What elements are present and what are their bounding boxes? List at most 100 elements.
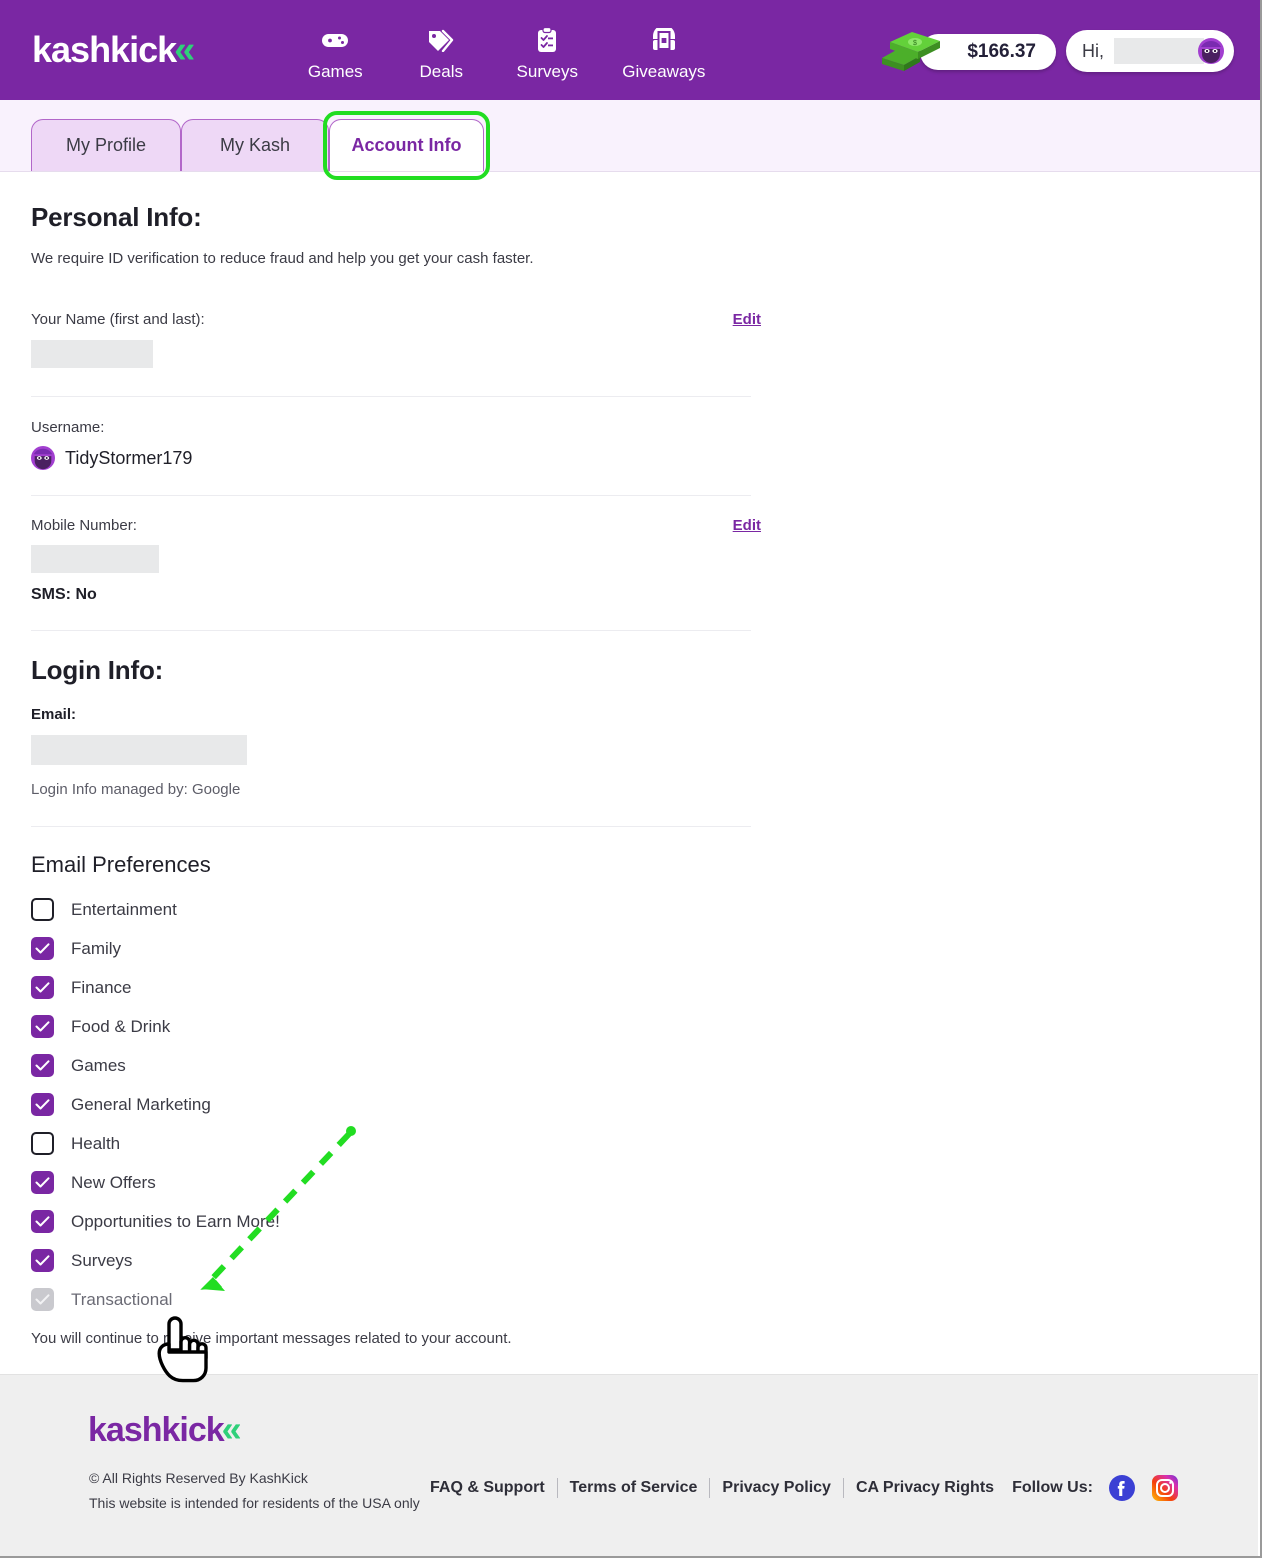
tab-my-profile[interactable]: My Profile — [31, 119, 181, 171]
email-preferences-heading: Email Preferences — [31, 852, 211, 877]
checkbox-checked-icon[interactable] — [31, 1093, 54, 1116]
footer-brand-logo-chevron-icon: « — [221, 1408, 242, 1449]
footer-brand-logo[interactable]: kashkick « — [88, 1408, 242, 1449]
greeting-name-redacted — [1114, 38, 1204, 64]
facebook-icon[interactable] — [1108, 1475, 1135, 1501]
email-preferences-list: Entertainment Family Finance Food & Drin… — [31, 890, 751, 1319]
tab-account-info-label: Account Info — [351, 135, 462, 155]
nav-item-games-label: Games — [307, 61, 363, 81]
pref-entertainment[interactable]: Entertainment — [31, 890, 751, 929]
pref-food-and-drink-label: Food & Drink — [71, 1016, 171, 1036]
nav-item-games[interactable]: Games — [304, 25, 366, 82]
personal-info-subtitle: We require ID verification to reduce fra… — [31, 250, 534, 267]
login-managed-by: Login Info managed by: Google — [31, 781, 241, 798]
footer-link-divider — [842, 1478, 844, 1498]
edit-name-link[interactable]: Edit — [733, 311, 761, 328]
balance-widget[interactable]: $ $166.37 — [878, 28, 1056, 76]
nav-item-giveaways[interactable]: Giveaways — [622, 25, 705, 82]
gamepad-icon — [321, 25, 349, 55]
checkbox-unchecked-icon[interactable] — [31, 898, 54, 921]
edit-mobile-link[interactable]: Edit — [733, 517, 761, 534]
personal-info-heading: Personal Info: — [31, 202, 202, 232]
nav-item-surveys[interactable]: Surveys — [516, 25, 578, 82]
instagram-icon[interactable] — [1151, 1475, 1178, 1501]
checkbox-checked-icon[interactable] — [31, 1210, 54, 1233]
footer-link-ca-privacy-rights[interactable]: CA Privacy Rights — [856, 1479, 994, 1497]
checkbox-checked-disabled-icon — [31, 1288, 54, 1311]
pref-games-label: Games — [71, 1055, 126, 1075]
footer-link-privacy-policy[interactable]: Privacy Policy — [722, 1479, 831, 1497]
login-info-heading: Login Info: — [31, 655, 164, 685]
footer-copyright: © All Rights Reserved By KashKick — [89, 1470, 308, 1486]
mobile-label: Mobile Number: — [31, 517, 137, 534]
mobile-row: Mobile Number: Edit SMS: No — [31, 517, 761, 604]
sms-status: SMS: No — [31, 586, 97, 603]
username-row: Username: TidyStormer179 — [31, 419, 751, 470]
pref-family-label: Family — [71, 938, 122, 958]
pref-health-label: Health — [71, 1133, 121, 1153]
footer-links: FAQ & Support Terms of Service Privacy P… — [430, 1475, 1178, 1501]
account-tabs: My Profile My Kash Account Info — [0, 100, 1260, 172]
brand-logo-chevron-icon: « — [174, 29, 195, 71]
pref-games[interactable]: Games — [31, 1046, 751, 1085]
name-value-redacted — [31, 340, 153, 368]
pref-general-marketing-label: General Marketing — [71, 1094, 211, 1114]
pref-transactional: Transactional — [31, 1280, 751, 1319]
pref-family[interactable]: Family — [31, 929, 751, 968]
ninja-avatar-icon — [31, 446, 55, 470]
pref-new-offers[interactable]: New Offers — [31, 1163, 751, 1202]
footer-link-terms-of-service[interactable]: Terms of Service — [570, 1479, 698, 1497]
nav-item-surveys-label: Surveys — [516, 61, 578, 81]
checkbox-checked-icon[interactable] — [31, 976, 54, 999]
mobile-value-redacted — [31, 545, 159, 573]
tag-icon — [427, 25, 455, 55]
greeting-label: Hi, — [1082, 40, 1104, 61]
name-row: Your Name (first and last): Edit — [31, 311, 761, 368]
username-label: Username: — [31, 419, 105, 436]
divider-username — [31, 495, 751, 496]
checkbox-checked-icon[interactable] — [31, 1249, 54, 1272]
checkbox-checked-icon[interactable] — [31, 1054, 54, 1077]
pref-surveys[interactable]: Surveys — [31, 1241, 751, 1280]
site-header: kashkick « Games Deals Surveys Giveaways… — [0, 0, 1260, 100]
checkbox-checked-icon[interactable] — [31, 1171, 54, 1194]
nav-item-deals[interactable]: Deals — [410, 25, 472, 82]
divider-name — [31, 396, 751, 397]
treasure-chest-icon — [651, 25, 677, 55]
pref-finance[interactable]: Finance — [31, 968, 751, 1007]
brand-logo[interactable]: kashkick « — [32, 29, 195, 71]
footer-brand-logo-text: kashkick — [88, 1411, 225, 1449]
nav-item-giveaways-label: Giveaways — [622, 61, 706, 81]
email-value-redacted — [31, 735, 247, 765]
footer-usa-note: This website is intended for residents o… — [89, 1495, 420, 1511]
pref-new-offers-label: New Offers — [71, 1172, 156, 1192]
pref-transactional-label: Transactional — [71, 1289, 173, 1309]
svg-text:$: $ — [913, 40, 917, 47]
transactional-note: You will continue to receive important m… — [31, 1330, 512, 1347]
clipboard-icon — [536, 25, 558, 55]
email-label: Email: — [31, 706, 77, 723]
pref-food-and-drink[interactable]: Food & Drink — [31, 1007, 751, 1046]
footer-follow-us-label: Follow Us: — [1012, 1479, 1093, 1496]
pref-general-marketing[interactable]: General Marketing — [31, 1085, 751, 1124]
page-root: kashkick « Games Deals Surveys Giveaways… — [0, 0, 1262, 1558]
checkbox-unchecked-icon[interactable] — [31, 1132, 54, 1155]
money-stack-icon: $ — [878, 28, 944, 76]
checkbox-checked-icon[interactable] — [31, 1015, 54, 1038]
tab-my-kash[interactable]: My Kash — [181, 119, 329, 171]
tab-my-kash-label: My Kash — [219, 135, 291, 155]
pref-entertainment-label: Entertainment — [71, 899, 177, 919]
footer-link-faq-support[interactable]: FAQ & Support — [430, 1479, 545, 1497]
user-greeting-pill[interactable]: Hi, — [1066, 30, 1234, 72]
checkbox-checked-icon[interactable] — [31, 937, 54, 960]
ninja-avatar-icon — [1198, 38, 1224, 64]
brand-logo-text: kashkick — [32, 29, 177, 70]
footer-link-divider — [709, 1478, 711, 1498]
tab-account-info[interactable]: Account Info — [329, 119, 484, 171]
nav-item-deals-label: Deals — [419, 61, 463, 81]
divider-mobile — [31, 630, 751, 631]
tab-my-profile-label: My Profile — [65, 135, 146, 155]
pref-opportunities-to-earn-more[interactable]: Opportunities to Earn More! — [31, 1202, 751, 1241]
username-value: TidyStormer179 — [65, 447, 193, 468]
pref-health[interactable]: Health — [31, 1124, 751, 1163]
